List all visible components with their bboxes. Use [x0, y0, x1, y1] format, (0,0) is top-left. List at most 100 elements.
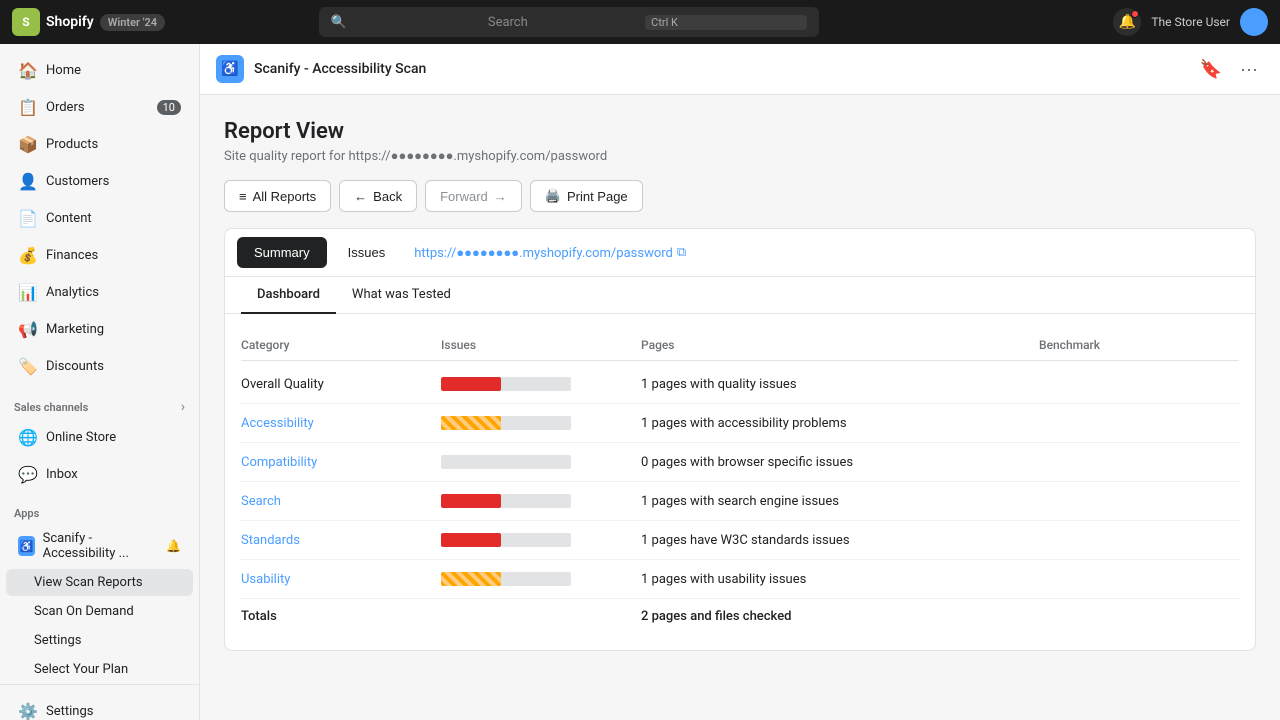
inner-tabs: Dashboard What was Tested — [225, 277, 1255, 314]
notification-dot — [1131, 10, 1139, 18]
sales-channels-label: Sales channels — [14, 401, 88, 414]
issues-tab[interactable]: Issues — [331, 237, 403, 268]
all-reports-label: All Reports — [253, 189, 317, 204]
main-layout: 🏠 Home 📋 Orders 10 📦 Products 👤 Customer… — [0, 44, 1280, 720]
user-name[interactable]: The Store User — [1151, 15, 1230, 29]
gear-icon: ⚙️ — [18, 702, 36, 720]
sidebar-item-products[interactable]: 📦 Products — [6, 127, 193, 162]
report-title: Report View — [224, 119, 1256, 144]
back-button[interactable]: ← Back — [339, 180, 417, 212]
forward-button[interactable]: Forward → — [425, 180, 522, 212]
table-row: Accessibility 1 pages with accessibility… — [241, 404, 1239, 443]
col-header-benchmark: Benchmark — [1039, 338, 1239, 352]
marketing-icon: 📢 — [18, 320, 36, 339]
customers-icon: 👤 — [18, 172, 36, 191]
all-reports-button[interactable]: ≡ All Reports — [224, 180, 331, 212]
print-page-button[interactable]: 🖨️ Print Page — [530, 180, 643, 212]
apps-label: Apps — [14, 507, 39, 520]
sidebar-label-products: Products — [46, 137, 98, 152]
sales-channels-header: Sales channels › — [0, 385, 199, 419]
bar-fill-red — [441, 494, 501, 508]
table-row: Overall Quality 1 pages with quality iss… — [241, 365, 1239, 404]
search-bar[interactable]: 🔍 Search Ctrl K — [319, 7, 819, 37]
sidebar-item-select-your-plan[interactable]: Select Your Plan — [6, 656, 193, 683]
forward-label: Forward — [440, 189, 488, 204]
col-header-pages: Pages — [641, 338, 1039, 352]
bar-bg — [441, 572, 571, 586]
sidebar-item-view-scan-reports[interactable]: View Scan Reports — [6, 569, 193, 596]
top-navigation: S Shopify Winter '24 🔍 Search Ctrl K 🔔 T… — [0, 0, 1280, 44]
summary-tab[interactable]: Summary — [237, 237, 327, 268]
sidebar-item-scanify-app[interactable]: ♿ Scanify - Accessibility ... 🔔 — [6, 525, 193, 567]
tab-what-was-tested[interactable]: What was Tested — [336, 277, 467, 314]
forward-arrow-icon: → — [494, 189, 507, 204]
report-subtitle: Site quality report for https://●●●●●●●●… — [224, 148, 1256, 164]
sidebar-item-online-store[interactable]: 🌐 Online Store — [6, 420, 193, 455]
bookmark-button[interactable]: 🔖 — [1196, 54, 1226, 84]
sidebar-item-customers[interactable]: 👤 Customers — [6, 164, 193, 199]
report-url-link[interactable]: https://●●●●●●●●.myshopify.com/password … — [414, 245, 686, 261]
sidebar-item-finances[interactable]: 💰 Finances — [6, 238, 193, 273]
sidebar-item-marketing[interactable]: 📢 Marketing — [6, 312, 193, 347]
category-accessibility-link[interactable]: Accessibility — [241, 416, 441, 431]
apps-header: Apps — [0, 493, 199, 524]
category-usability-link[interactable]: Usability — [241, 572, 441, 587]
col-header-category: Category — [241, 338, 441, 352]
external-link-icon: ⧉ — [677, 245, 686, 260]
sidebar-label-discounts: Discounts — [46, 359, 104, 374]
more-options-button[interactable]: ··· — [1234, 54, 1264, 84]
totals-label: Totals — [241, 609, 441, 624]
bar-bg — [441, 455, 571, 469]
brand-name: Shopify — [46, 14, 94, 30]
sidebar-item-analytics[interactable]: 📊 Analytics — [6, 275, 193, 310]
table-header: Category Issues Pages Benchmark — [241, 330, 1239, 361]
sidebar-item-settings[interactable]: Settings — [6, 627, 193, 654]
sidebar-item-content[interactable]: 📄 Content — [6, 201, 193, 236]
bar-fill-red — [441, 377, 501, 391]
sidebar-item-global-settings[interactable]: ⚙️ Settings — [6, 694, 193, 720]
sidebar-label-finances: Finances — [46, 248, 98, 263]
sidebar-label-select-your-plan: Select Your Plan — [34, 662, 128, 677]
content-icon: 📄 — [18, 209, 36, 228]
sidebar-label-content: Content — [46, 211, 92, 226]
search-placeholder: Search — [488, 15, 637, 30]
sidebar-item-orders[interactable]: 📋 Orders 10 — [6, 90, 193, 125]
bar-bg — [441, 494, 571, 508]
issue-bar-standards — [441, 531, 571, 549]
search-shortcut: Ctrl K — [645, 15, 806, 30]
home-icon: 🏠 — [18, 61, 36, 80]
sidebar-label-global-settings: Settings — [46, 704, 93, 719]
back-label: Back — [373, 189, 402, 204]
table-row-totals: Totals 2 pages and files checked — [241, 599, 1239, 634]
print-icon: 🖨️ — [545, 188, 561, 204]
user-avatar[interactable] — [1240, 8, 1268, 36]
sidebar-item-home[interactable]: 🏠 Home — [6, 53, 193, 88]
tab-dashboard[interactable]: Dashboard — [241, 277, 336, 314]
category-search-link[interactable]: Search — [241, 494, 441, 509]
table-row: Usability 1 pages with usability issues — [241, 560, 1239, 599]
brand-logo[interactable]: S Shopify Winter '24 — [12, 8, 165, 36]
season-badge: Winter '24 — [100, 14, 165, 31]
sidebar-label-inbox: Inbox — [46, 467, 78, 482]
inbox-icon: 💬 — [18, 465, 36, 484]
back-arrow-icon: ← — [354, 189, 367, 204]
sidebar-item-inbox[interactable]: 💬 Inbox — [6, 457, 193, 492]
category-compatibility-link[interactable]: Compatibility — [241, 455, 441, 470]
sidebar-item-scan-on-demand[interactable]: Scan On Demand — [6, 598, 193, 625]
orders-icon: 📋 — [18, 98, 36, 117]
sidebar-label-customers: Customers — [46, 174, 109, 189]
report-card: Summary Issues https://●●●●●●●●.myshopif… — [224, 228, 1256, 651]
sidebar-item-discounts[interactable]: 🏷️ Discounts — [6, 349, 193, 384]
pages-compatibility: 0 pages with browser specific issues — [641, 455, 1039, 470]
totals-pages: 2 pages and files checked — [641, 609, 1039, 624]
col-header-issues: Issues — [441, 338, 641, 352]
report-container: Report View Site quality report for http… — [200, 95, 1280, 675]
sidebar-label-analytics: Analytics — [46, 285, 99, 300]
bar-fill-red — [441, 533, 501, 547]
app-header-icon: ♿ — [216, 55, 244, 83]
sidebar-bottom: ⚙️ Settings Non-transferable — [0, 684, 199, 720]
category-standards-link[interactable]: Standards — [241, 533, 441, 548]
sidebar-label-home: Home — [46, 63, 81, 78]
notification-button[interactable]: 🔔 — [1113, 8, 1141, 36]
issue-bar-usability — [441, 570, 571, 588]
